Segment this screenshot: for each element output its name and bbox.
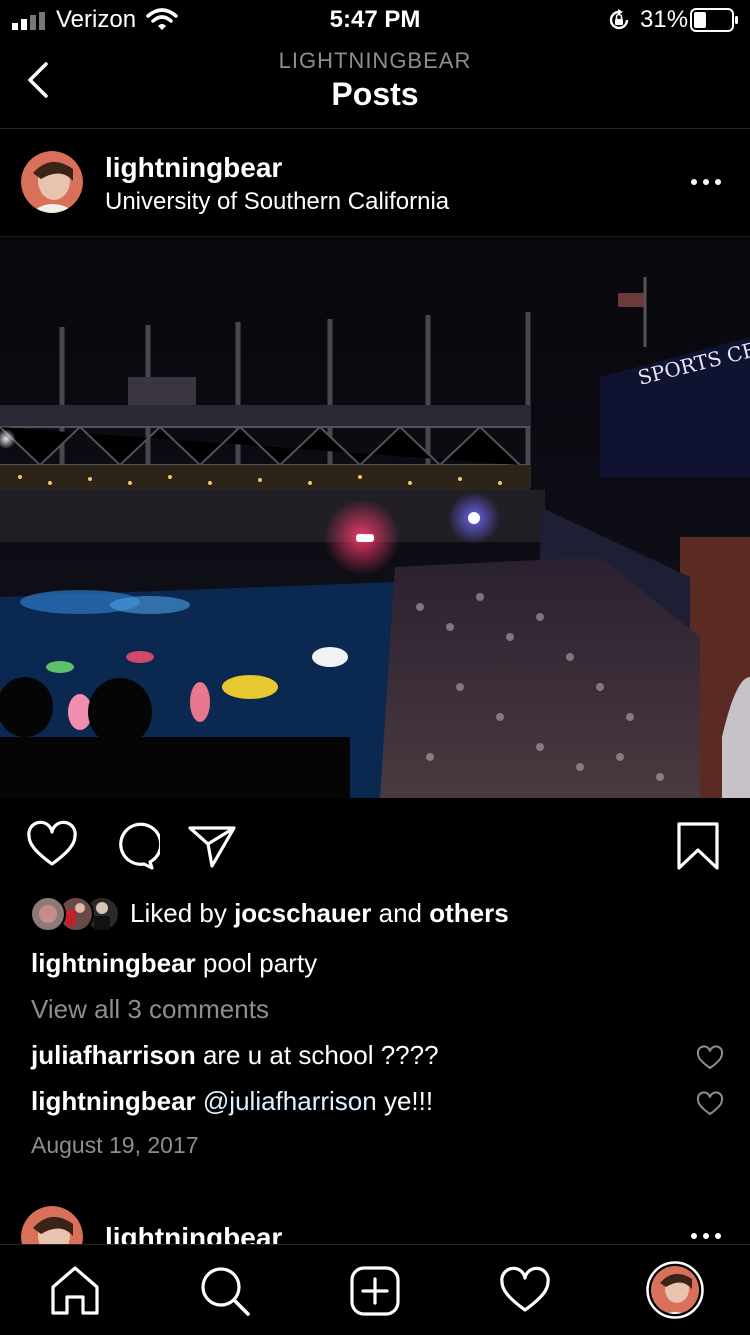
send-icon	[188, 826, 236, 868]
like-button[interactable]	[24, 818, 80, 874]
comment-text: are u at school ????	[202, 1040, 439, 1070]
liker-username[interactable]: jocschauer	[234, 898, 371, 928]
post-photo[interactable]: SPORTS CENTER	[0, 237, 750, 798]
likes-summary[interactable]: Liked by jocschauer and others	[130, 898, 509, 929]
likes-prefix: Liked by	[130, 898, 227, 928]
liker-avatar-stack	[30, 896, 120, 932]
comment-icon	[119, 822, 163, 870]
pool-party-image: SPORTS CENTER	[0, 237, 750, 798]
profile-avatar	[646, 1261, 704, 1319]
page-title: Posts	[331, 76, 419, 112]
orientation-lock-icon	[609, 9, 629, 30]
save-button[interactable]	[670, 818, 726, 874]
tab-new-post[interactable]	[347, 1263, 403, 1319]
comment-mention[interactable]: @juliafharrison	[203, 1086, 377, 1116]
heart-icon	[696, 1091, 724, 1116]
comment-like-button[interactable]	[696, 1045, 724, 1071]
comment-row: lightningbear @juliafharrison ye!!!	[31, 1086, 433, 1117]
tab-search[interactable]	[197, 1263, 253, 1319]
comment-username[interactable]: juliafharrison	[31, 1040, 196, 1070]
clock: 5:47 PM	[329, 6, 421, 33]
caption-username[interactable]: lightningbear	[31, 948, 196, 978]
author-username[interactable]: lightningbear	[105, 152, 282, 184]
post-location[interactable]: University of Southern California	[105, 188, 449, 216]
author-avatar[interactable]	[21, 151, 83, 213]
post-header: lightningbear University of Southern Cal…	[0, 130, 750, 237]
comment-username[interactable]: lightningbear	[31, 1086, 196, 1116]
profile-username-heading: LIGHTNINGBEAR	[278, 48, 472, 73]
view-all-comments-link[interactable]: View all 3 comments	[31, 994, 269, 1025]
share-button[interactable]	[184, 818, 240, 874]
tab-home[interactable]	[47, 1263, 103, 1319]
home-icon	[51, 1266, 99, 1315]
post-caption: lightningbear pool party	[31, 948, 317, 979]
more-options-button[interactable]	[686, 168, 726, 198]
search-icon	[201, 1267, 250, 1316]
comment-text: ye!!!	[383, 1086, 434, 1116]
bottom-tab-bar	[0, 1244, 750, 1335]
battery-percent: 31%	[640, 6, 689, 33]
more-dots-icon	[691, 179, 721, 185]
heart-icon	[500, 1266, 550, 1312]
comment-button[interactable]	[104, 818, 163, 874]
heart-icon	[696, 1045, 724, 1070]
battery-icon	[690, 8, 738, 32]
tab-activity[interactable]	[497, 1263, 553, 1319]
status-bar: Verizon 5:47 PM 31%	[0, 0, 750, 40]
comment-like-button[interactable]	[696, 1091, 724, 1117]
heart-icon	[27, 820, 77, 866]
likes-middle: and	[378, 898, 422, 928]
caption-text: pool party	[202, 948, 318, 978]
bookmark-icon	[677, 822, 719, 870]
likes-others[interactable]: others	[429, 898, 508, 928]
liker-avatars[interactable]	[30, 896, 122, 932]
tab-profile[interactable]	[646, 1261, 704, 1319]
navigation-header: LIGHTNINGBEAR Posts	[0, 40, 750, 129]
add-post-icon	[350, 1266, 400, 1316]
comment-row: juliafharrison are u at school ????	[31, 1040, 439, 1071]
post-date: August 19, 2017	[31, 1132, 199, 1158]
